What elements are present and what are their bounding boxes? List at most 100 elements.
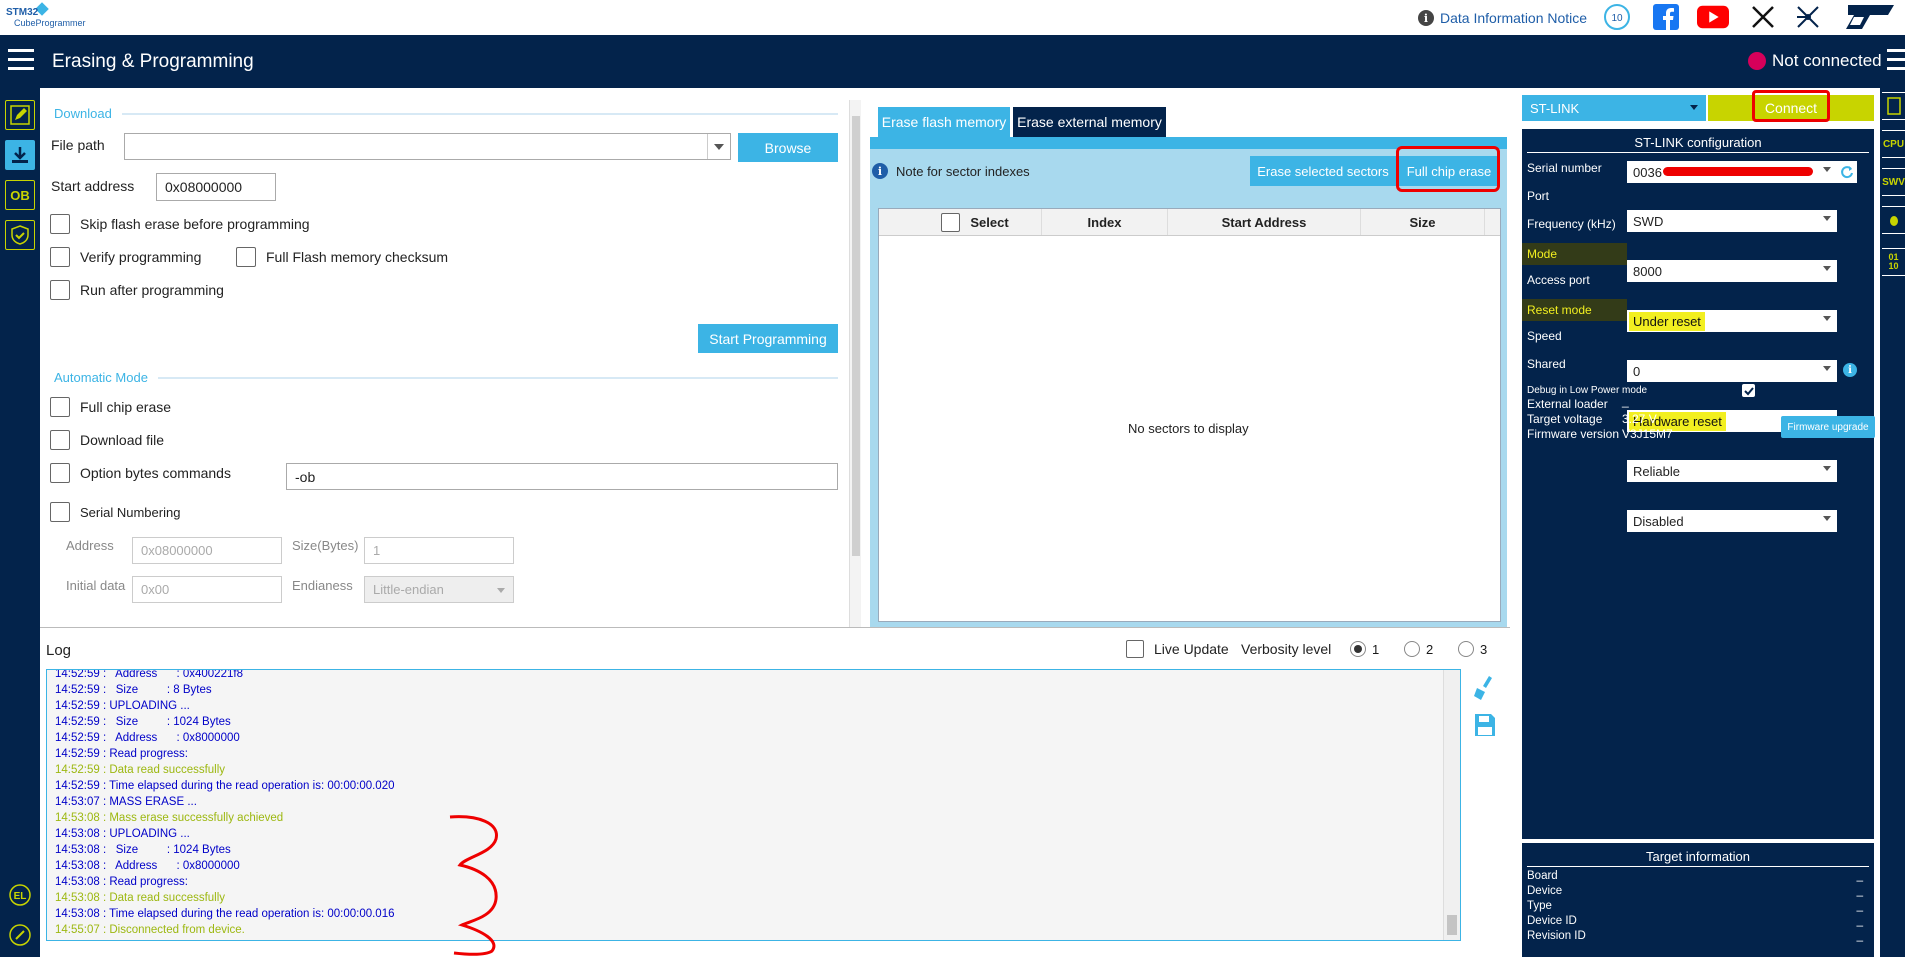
youtube-icon[interactable] [1697,2,1729,32]
logo-line2: CubeProgrammer [14,18,86,28]
file-path-dropdown-icon[interactable] [707,134,730,159]
erase-program-icon[interactable] [5,140,35,170]
log-console[interactable]: 14:52:59 : Address : 0x400221f8 14:52:59 … [46,669,1461,941]
size-input[interactable]: 1 [364,537,514,564]
column-select-label: Select [970,214,1009,230]
verbosity-3[interactable]: 3 [1458,641,1487,657]
firmware-upgrade-button[interactable]: Firmware upgrade [1781,416,1875,438]
binary-icon[interactable]: 01 10 [1882,248,1905,276]
port-label: Port [1527,189,1550,203]
stlink-config-panel [1522,129,1874,839]
save-log-icon[interactable] [1473,712,1497,738]
log-line: 14:53:08 : Size : 1024 Bytes [55,844,231,856]
endianess-label: Endianess [292,578,353,593]
serial-number-select[interactable]: 0036 [1627,161,1837,183]
target-info-label: Revision ID [1527,930,1586,942]
start-address-label: Start address [51,178,135,194]
menu-icon[interactable] [8,49,34,71]
right-strip: CPU SWV 01 10 [1880,88,1905,957]
start-address-input[interactable]: 0x08000000 [156,173,276,201]
info-icon[interactable]: i [1843,363,1857,377]
device-icon[interactable] [1882,92,1905,120]
checkbox-icon [50,397,70,417]
erase-selected-sectors-button[interactable]: Erase selected sectors [1250,156,1396,186]
tab-erase-external[interactable]: Erase external memory [1013,107,1166,137]
run-after-label: Run after programming [80,282,224,298]
chevron-down-icon [497,588,505,593]
shared-select[interactable]: Disabled [1627,510,1837,532]
probe-select[interactable]: ST-LINK [1522,95,1706,121]
auto-download-file-checkbox[interactable]: Download file [50,430,164,450]
size-label: Size(Bytes) [292,538,359,553]
tab-erase-flash[interactable]: Erase flash memory [878,107,1010,137]
verbosity-1[interactable]: 1 [1350,641,1379,657]
endianess-select[interactable]: Little-endian [364,576,514,603]
port-select[interactable]: SWD [1627,210,1837,232]
tool-icon[interactable] [5,920,35,950]
column-select: Select [879,209,1042,235]
column-start-address[interactable]: Start Address [1168,209,1361,235]
speed-select[interactable]: Reliable [1627,460,1837,482]
debug-low-power-label: Debug in Low Power mode [1527,385,1648,396]
download-scrollbar[interactable] [849,100,861,628]
initial-data-label: Initial data [66,578,126,593]
el-icon[interactable]: EL [5,880,35,910]
file-path-input[interactable] [124,133,731,160]
firmware-version-value: V3J15M7 [1622,427,1673,441]
auto-full-chip-erase-checkbox[interactable]: Full chip erase [50,397,171,417]
option-bytes-input[interactable]: -ob [286,463,838,490]
refresh-icon[interactable] [1837,161,1857,183]
log-line: 14:52:59 : Data read successfully [55,764,226,776]
column-index[interactable]: Index [1042,209,1168,235]
sector-note[interactable]: i Note for sector indexes [872,163,1030,179]
reset-mode-label: Reset mode [1522,299,1627,321]
facebook-icon[interactable] [1650,2,1682,32]
clear-log-icon[interactable] [1473,674,1497,702]
log-line: 14:53:08 : Mass erase successfully achie… [55,812,284,824]
tab-swv[interactable]: SWV [1882,168,1905,196]
run-after-checkbox[interactable]: Run after programming [50,280,224,300]
network-icon[interactable] [1792,2,1824,32]
mode-select[interactable]: Under reset [1627,310,1837,332]
browse-button[interactable]: Browse [738,133,838,162]
checksum-checkbox[interactable]: Full Flash memory checksum [236,247,448,267]
bug-icon[interactable] [1882,206,1905,234]
memory-edit-icon[interactable] [5,100,35,130]
log-line: 14:53:08 : UPLOADING ... [55,828,190,840]
anniversary-icon[interactable]: 10 [1601,2,1633,32]
verbosity-2[interactable]: 2 [1404,641,1433,657]
left-sidebar: OB EL [0,88,40,957]
column-size[interactable]: Size [1361,209,1485,235]
frequency-label: Frequency (kHz) [1527,217,1616,231]
empty-sectors-message: No sectors to display [1128,421,1249,436]
option-bytes-label: Option bytes commands [80,465,231,481]
select-all-checkbox[interactable] [941,212,961,232]
side-menu-icon[interactable] [1887,49,1905,71]
tab-cpu[interactable]: CPU [1882,130,1905,158]
security-icon[interactable] [5,220,35,250]
target-info-row: Device _ [1527,884,1869,899]
data-information-notice[interactable]: i Data Information Notice [1418,7,1587,29]
chevron-down-icon [1823,266,1831,271]
serial-numbering-checkbox[interactable]: Serial Numbering [50,502,180,522]
target-voltage-label: Target voltage [1527,412,1603,426]
log-scrollbar[interactable] [1443,670,1460,940]
skip-erase-checkbox[interactable]: Skip flash erase before programming [50,214,310,234]
frequency-select[interactable]: 8000 [1627,260,1837,282]
checkbox-icon [236,247,256,267]
option-bytes-icon[interactable]: OB [5,180,35,210]
x-icon[interactable] [1747,2,1779,32]
serial-numbering-label: Serial Numbering [80,504,181,520]
debug-low-power-checkbox[interactable] [1742,384,1755,397]
target-info-label: Board [1527,870,1558,882]
access-port-select[interactable]: 0 [1627,360,1837,382]
target-info-label: Device ID [1527,915,1577,927]
live-update-checkbox[interactable]: Live Update [1126,640,1229,658]
mode-label: Mode [1522,243,1627,265]
option-bytes-checkbox[interactable]: Option bytes commands [50,463,231,483]
verbosity-3-label: 3 [1480,641,1488,657]
start-programming-button[interactable]: Start Programming [698,324,838,353]
initial-data-input[interactable]: 0x00 [132,576,282,603]
address-input[interactable]: 0x08000000 [132,537,282,564]
verify-checkbox[interactable]: Verify programming [50,247,201,267]
